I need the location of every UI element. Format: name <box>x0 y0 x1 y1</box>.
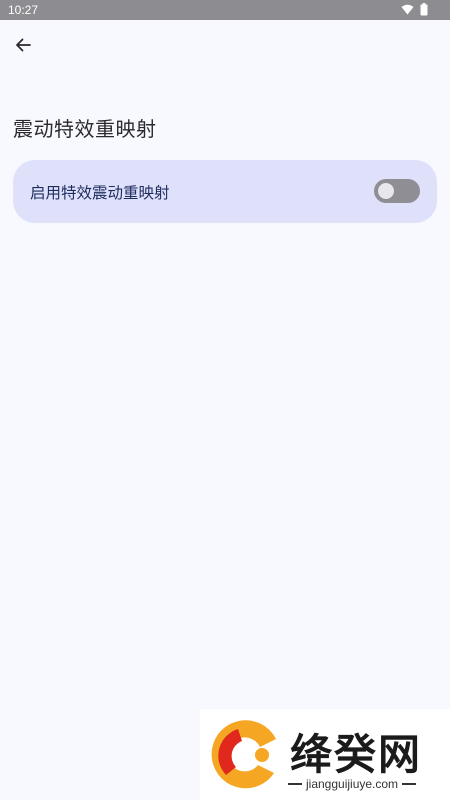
battery-icon <box>420 3 428 16</box>
setting-label: 启用特效震动重映射 <box>30 184 170 202</box>
brand-logo-icon <box>204 715 284 799</box>
page-title: 震动特效重映射 <box>13 117 157 141</box>
status-time: 10:27 <box>8 3 39 17</box>
site-watermark: 绛癸网 jiangguijiuye.com <box>200 709 450 800</box>
enable-remap-toggle[interactable] <box>374 179 420 203</box>
divider <box>402 783 417 785</box>
wifi-icon <box>401 4 414 15</box>
back-button[interactable] <box>10 34 36 60</box>
status-icons <box>401 3 428 16</box>
brand-domain: jiangguijiuye.com <box>306 777 399 791</box>
status-bar: 10:27 <box>0 0 450 20</box>
enable-remap-setting[interactable]: 启用特效震动重映射 <box>13 160 437 223</box>
toggle-thumb <box>378 183 394 199</box>
divider <box>288 783 302 785</box>
arrow-left-icon <box>15 37 31 57</box>
brand-name: 绛癸网 <box>290 730 423 779</box>
brand-domain-line: jiangguijiuye.com <box>288 777 417 791</box>
